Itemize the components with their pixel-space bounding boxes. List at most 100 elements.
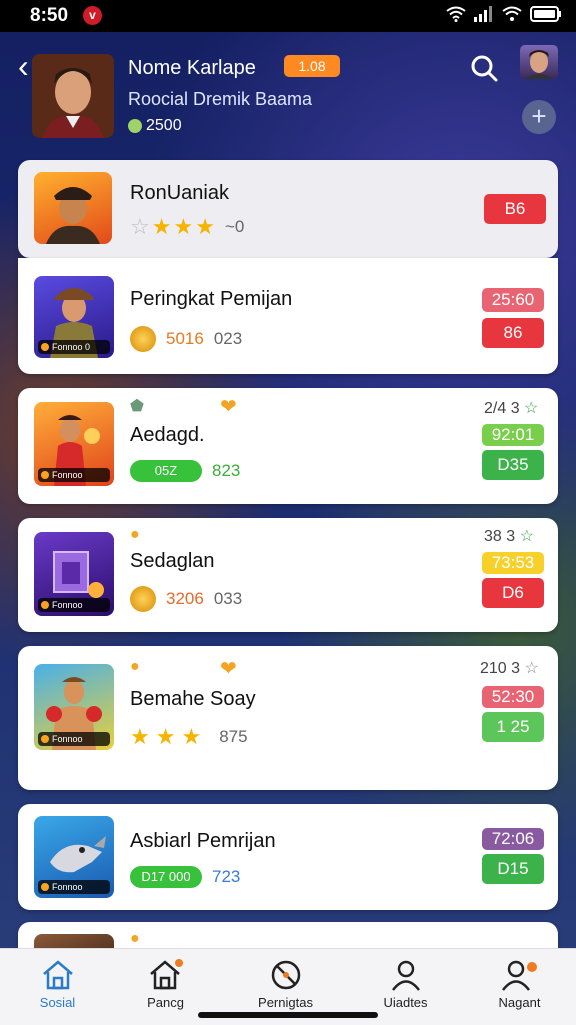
count-value: 033 (213, 589, 243, 608)
game-thumbnail (34, 172, 112, 244)
game-thumbnail: Fonnoo (34, 532, 114, 616)
list-item[interactable]: RonUaniak ☆ ★ ★ ★ ~0 B6 (18, 160, 558, 258)
signal-icon (474, 6, 492, 22)
heart-icon: ❤ (220, 658, 237, 680)
status-bar: 8:50 v (0, 0, 576, 32)
count-value: 875 (219, 727, 248, 746)
game-thumbnail: Fonnoo (34, 816, 114, 898)
thumbnail-tag: Fonnoo (38, 598, 110, 612)
status-icons (446, 6, 562, 22)
corner-text: 2/4 3 (484, 400, 520, 417)
person-plus-icon (501, 960, 537, 991)
score-value: 3206 (166, 589, 204, 608)
count-value: 823 (212, 461, 241, 480)
star-outline-icon: ☆ (524, 660, 539, 677)
no-icon (271, 960, 300, 990)
nav-sosial[interactable]: Sosial (0, 949, 115, 1025)
coin-icon: ● (130, 930, 140, 947)
corner-value: 210 3 ☆ (480, 658, 539, 678)
score-row: 3206 033 (130, 586, 242, 612)
time-badge: 92:01 (482, 424, 544, 446)
star-outline-icon: ☆ (519, 528, 534, 545)
game-thumbnail: Fonnoo (34, 664, 114, 750)
game-name: Bemahe Soay (130, 688, 256, 710)
time-badge: 25:60 (482, 288, 544, 312)
star-icon: ★ (151, 214, 172, 239)
list-item[interactable]: Fonnoo Asbiarl Pemrijan D17 000 723 72:0… (18, 804, 558, 910)
star-icon: ★ (155, 724, 176, 749)
page-title: Nome Karlape (128, 57, 256, 79)
list-item[interactable]: Fonnoo ● Sedaglan 3206 033 38 3 ☆ 73:53 … (18, 518, 558, 632)
thumbnail-tag: Fonnoo (38, 732, 110, 746)
game-thumbnail: Fonnoo (34, 402, 114, 486)
wifi-icon-2 (502, 6, 522, 21)
add-button[interactable]: + (522, 100, 556, 134)
medal-icon (130, 326, 156, 352)
time-badge: 73:53 (482, 552, 544, 574)
corner-value: 38 3 ☆ (484, 526, 534, 546)
rank-badge: B6 (484, 194, 546, 224)
page-subtitle: Roocial Dremik Baama (128, 89, 313, 109)
battery-icon (530, 6, 561, 22)
search-icon[interactable] (470, 54, 498, 87)
rank-badge: D35 (482, 450, 544, 480)
star-icon: ★ (130, 724, 150, 749)
time-badge: 72:06 (482, 828, 544, 850)
count-value: 023 (213, 329, 243, 348)
star-outline-icon: ☆ (524, 400, 539, 417)
star-icon: ★ (195, 214, 215, 239)
heart-icon: ❤ (220, 396, 237, 418)
corner-value: 2/4 3 ☆ (484, 398, 538, 418)
star-empty-icon: ☆ (130, 214, 150, 239)
nav-label: Sosial (39, 995, 76, 1010)
level-badge: 1.08 (284, 55, 340, 77)
coin-icon: ● (130, 526, 140, 543)
status-time: 8:50 (30, 5, 69, 26)
score-row: 5016 023 (130, 326, 242, 352)
back-icon[interactable]: ‹ (18, 50, 29, 82)
game-name: Aedagd. (130, 424, 205, 446)
wifi-icon (446, 6, 466, 22)
points-display: 2500 (128, 117, 182, 135)
game-name: RonUaniak (130, 182, 229, 204)
thumbnail-tag: Fonnoo (38, 468, 110, 482)
home-indicator (198, 1012, 378, 1018)
medal-icon (130, 586, 156, 612)
list-item[interactable]: Fonnoo ● ❤ Bemahe Soay ★ ★ ★ 875 210 3 ☆… (18, 646, 558, 790)
list-item[interactable]: Fonnoo 0 Peringkat Pemijan 5016 023 25:6… (18, 258, 558, 374)
score-row: 05Z 823 (130, 460, 240, 482)
game-thumbnail: Fonnoo 0 (34, 276, 114, 358)
progress-bar: D17 000 (130, 866, 202, 888)
thumbnail-tag: Fonnoo (38, 880, 110, 894)
rating: ★ ★ ★ 875 (130, 724, 248, 750)
person-icon (391, 960, 420, 991)
nav-label: Pancg (147, 995, 184, 1010)
points-value: 2500 (146, 117, 182, 134)
nav-nagant[interactable]: Nagant (462, 949, 576, 1025)
thumbnail-tag: Fonnoo 0 (38, 340, 110, 354)
corner-text: 210 3 (480, 660, 521, 677)
nav-label: Nagant (498, 995, 541, 1010)
rank-badge: D15 (482, 854, 544, 884)
user-avatar[interactable] (520, 45, 558, 79)
rank-badge: D6 (482, 578, 544, 608)
time-badge: 52:30 (482, 686, 544, 708)
nav-label: Uiadtes (383, 995, 428, 1010)
progress-bar: 05Z (130, 460, 202, 482)
coin-icon: ● (130, 658, 140, 675)
game-name: Sedaglan (130, 550, 215, 572)
score-row: D17 000 723 (130, 866, 240, 888)
list-item[interactable]: Fonnoo ⬟ ❤ Aedagd. 05Z 823 2/4 3 ☆ 92:01… (18, 388, 558, 504)
rank-badge: 1 25 (482, 712, 544, 742)
extra-value: ~0 (224, 217, 245, 236)
star-icon: ★ (181, 724, 202, 749)
nav-label: Pernigtas (258, 995, 313, 1010)
corner-text: 38 3 (484, 528, 516, 545)
profile-avatar[interactable] (32, 54, 114, 138)
count-value: 723 (212, 867, 241, 886)
shield-icon: ⬟ (130, 398, 144, 415)
game-name: Asbiarl Pemrijan (130, 830, 276, 852)
star-icon: ★ (173, 214, 194, 239)
rating: ☆ ★ ★ ★ ~0 (130, 214, 244, 240)
score-value: 5016 (166, 329, 204, 348)
